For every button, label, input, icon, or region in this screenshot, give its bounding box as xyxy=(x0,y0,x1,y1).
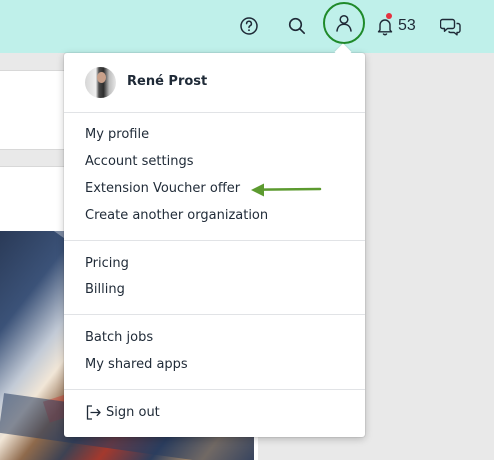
menu-item-my-profile[interactable]: My profile xyxy=(85,127,149,142)
profile-header: René Prost xyxy=(64,65,365,99)
menu-item-pricing[interactable]: Pricing xyxy=(85,256,129,271)
user-menu-button[interactable] xyxy=(323,2,365,44)
search-icon[interactable] xyxy=(280,9,314,43)
user-icon xyxy=(336,14,352,32)
menu-item-my-shared-apps[interactable]: My shared apps xyxy=(85,357,188,372)
menu-divider xyxy=(64,240,365,241)
menu-item-sign-out[interactable]: Sign out xyxy=(106,405,160,420)
menu-divider xyxy=(64,314,365,315)
menu-item-account-settings[interactable]: Account settings xyxy=(85,154,193,169)
menu-divider xyxy=(64,389,365,390)
menu-item-create-organization[interactable]: Create another organization xyxy=(85,208,268,223)
avatar xyxy=(85,67,116,98)
menu-item-billing[interactable]: Billing xyxy=(85,282,125,297)
top-bar: 53 xyxy=(0,0,494,53)
menu-item-extension-voucher-offer[interactable]: Extension Voucher offer xyxy=(85,181,240,196)
notification-dot xyxy=(386,13,392,19)
menu-item-batch-jobs[interactable]: Batch jobs xyxy=(85,330,153,345)
notification-count: 53 xyxy=(398,17,416,34)
chat-icon[interactable] xyxy=(434,9,468,43)
menu-divider xyxy=(64,112,365,113)
notifications-button[interactable]: 53 xyxy=(376,9,416,43)
sign-out-icon xyxy=(86,405,101,420)
bell-icon xyxy=(377,19,393,36)
user-dropdown-menu: René Prost My profile Account settings E… xyxy=(64,53,365,437)
help-icon[interactable] xyxy=(232,9,266,43)
profile-name: René Prost xyxy=(127,74,208,89)
annotation-arrow-icon xyxy=(251,183,322,197)
